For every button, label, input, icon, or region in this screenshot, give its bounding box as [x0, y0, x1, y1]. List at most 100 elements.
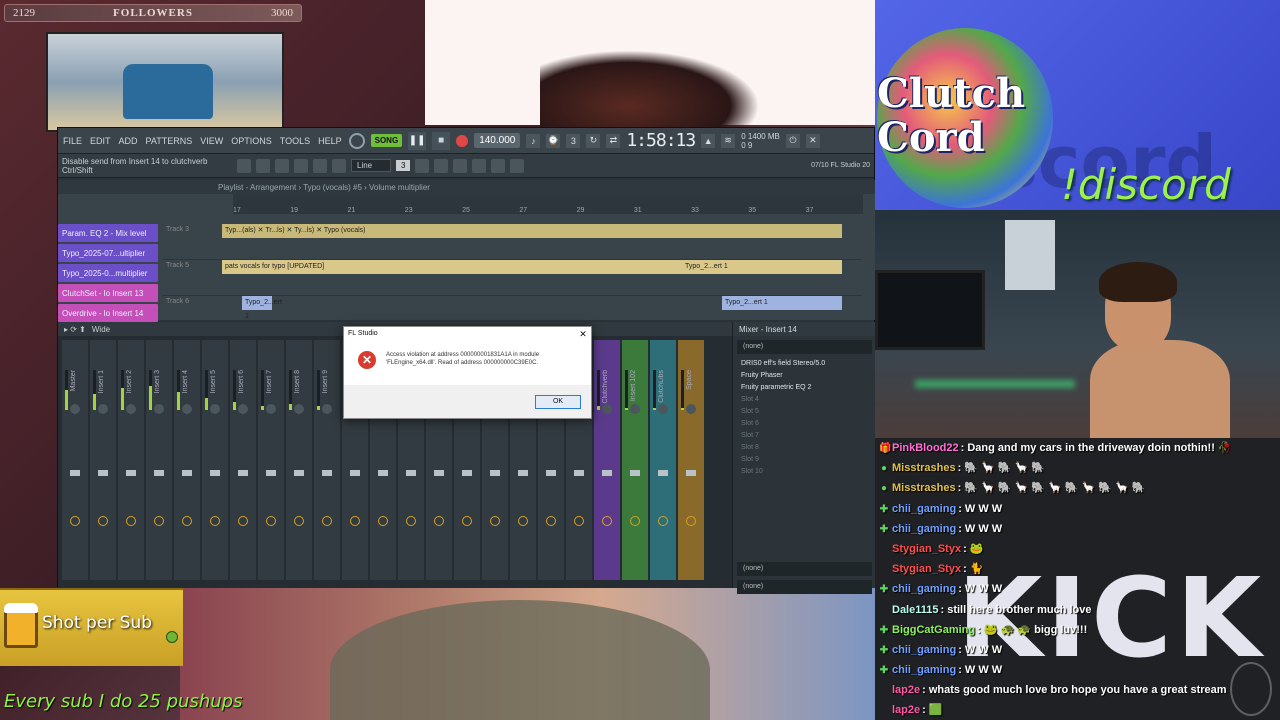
volume-fader[interactable] — [518, 470, 528, 476]
loop-record-icon[interactable]: ↻ — [586, 133, 601, 148]
pan-knob[interactable] — [238, 404, 248, 414]
pan-knob[interactable] — [98, 404, 108, 414]
mixer-strip[interactable]: Insert 9 — [314, 340, 340, 580]
send-knob[interactable] — [154, 516, 164, 526]
piano-roll-icon[interactable] — [434, 158, 449, 173]
volume-fader[interactable] — [686, 470, 696, 476]
mixer-view-icon[interactable]: ▸ ⟳ ⬆ — [64, 325, 86, 334]
snap-value[interactable]: 3 — [396, 160, 411, 171]
effect-slot[interactable]: Slot 4 — [733, 394, 876, 406]
mixer-strip[interactable]: Space — [678, 340, 704, 580]
chat-username[interactable]: lap2e — [892, 704, 920, 716]
chat-username[interactable]: chii_gaming — [892, 583, 956, 595]
tool-pencil-icon[interactable] — [294, 158, 308, 173]
volume-fader[interactable] — [406, 470, 416, 476]
menu-add[interactable]: ADD — [118, 136, 139, 146]
send-knob[interactable] — [70, 516, 80, 526]
send-knob[interactable] — [350, 516, 360, 526]
send-knob[interactable] — [266, 516, 276, 526]
pan-knob[interactable] — [210, 404, 220, 414]
chat-username[interactable]: chii_gaming — [892, 664, 956, 676]
chat-username[interactable]: Stygian_Styx — [892, 543, 961, 555]
send-knob[interactable] — [406, 516, 416, 526]
close-icon[interactable]: ✕ — [805, 133, 820, 148]
record-button[interactable] — [456, 134, 469, 147]
ok-button[interactable]: OK — [535, 394, 581, 409]
audio-clip[interactable]: pats vocals for typo [UPDATED] — [222, 260, 682, 274]
send-knob[interactable] — [630, 516, 640, 526]
volume-fader[interactable] — [602, 470, 612, 476]
pan-knob[interactable] — [182, 404, 192, 414]
playlist-ruler[interactable]: 17 19 21 23 25 27 29 31 33 35 37 — [233, 194, 863, 214]
effect-slot[interactable]: Slot 10 — [733, 466, 876, 478]
play-button[interactable]: ❚❚ — [408, 131, 427, 150]
wait-icon[interactable]: ⌚ — [546, 133, 561, 148]
track-lane[interactable]: Track 3 Typ...(als) ✕ Tr...ls) ✕ Ty...ls… — [162, 224, 862, 260]
volume-fader[interactable] — [70, 470, 80, 476]
volume-fader[interactable] — [98, 470, 108, 476]
pan-knob[interactable] — [602, 404, 612, 414]
mixer-strip[interactable]: Insert 8 — [286, 340, 312, 580]
pan-knob[interactable] — [126, 404, 136, 414]
chat-username[interactable]: Misstrashes — [892, 482, 956, 494]
mixer-icon[interactable] — [472, 158, 487, 173]
volume-fader[interactable] — [462, 470, 472, 476]
close-icon[interactable]: ✕ — [575, 327, 591, 341]
metronome-icon[interactable]: ♪ — [526, 133, 541, 148]
volume-fader[interactable] — [658, 470, 668, 476]
menu-tools[interactable]: TOOLS — [279, 136, 311, 146]
channel-rack-icon[interactable] — [453, 158, 468, 173]
effect-slot[interactable]: Slot 9 — [733, 454, 876, 466]
output-select[interactable]: (none) — [737, 562, 872, 576]
mixer-strip[interactable]: Master — [62, 340, 88, 580]
pan-knob[interactable] — [294, 404, 304, 414]
volume-fader[interactable] — [182, 470, 192, 476]
plugin-picker-icon[interactable] — [510, 158, 525, 173]
pitch-knob-icon[interactable] — [237, 158, 251, 173]
volume-fader[interactable] — [350, 470, 360, 476]
menu-edit[interactable]: EDIT — [89, 136, 112, 146]
send-knob[interactable] — [378, 516, 388, 526]
volume-fader[interactable] — [490, 470, 500, 476]
mixer-strip[interactable]: Insert 4 — [174, 340, 200, 580]
output-select[interactable]: (none) — [737, 580, 872, 594]
chat-username[interactable]: Misstrashes — [892, 462, 956, 474]
send-knob[interactable] — [686, 516, 696, 526]
send-knob[interactable] — [126, 516, 136, 526]
tool-user-icon[interactable] — [332, 158, 346, 173]
power-icon[interactable]: ⏻ — [785, 133, 800, 148]
send-knob[interactable] — [238, 516, 248, 526]
send-knob[interactable] — [210, 516, 220, 526]
automation-item[interactable]: Typo_2025-0...multiplier — [58, 264, 158, 282]
chat-username[interactable]: PinkBlood22 — [892, 442, 959, 454]
input-select[interactable]: (none) — [737, 340, 872, 354]
mixer-strip[interactable]: Clutchverb — [594, 340, 620, 580]
menu-patterns[interactable]: PATTERNS — [145, 136, 194, 146]
send-knob[interactable] — [294, 516, 304, 526]
volume-fader[interactable] — [266, 470, 276, 476]
send-knob[interactable] — [658, 516, 668, 526]
countdown-icon[interactable]: 3 — [566, 133, 581, 148]
effect-slot[interactable]: DRIS0 eff's field Stereo/5.0 — [733, 358, 876, 370]
volume-fader[interactable] — [630, 470, 640, 476]
chat-username[interactable]: BiggCatGaming — [892, 624, 975, 636]
send-knob[interactable] — [98, 516, 108, 526]
mixer-strip[interactable]: Insert 2 — [118, 340, 144, 580]
menu-options[interactable]: OPTIONS — [230, 136, 273, 146]
track-lane[interactable]: Track 5 pats vocals for typo [UPDATED] T… — [162, 260, 862, 296]
effect-slot[interactable]: Fruity Phaser — [733, 370, 876, 382]
tool-piano-icon[interactable] — [256, 158, 270, 173]
playlist-icon[interactable] — [415, 158, 430, 173]
volume-fader[interactable] — [154, 470, 164, 476]
mixer-strip[interactable]: Insert 6 — [230, 340, 256, 580]
chat-username[interactable]: chii_gaming — [892, 503, 956, 515]
pan-knob[interactable] — [322, 404, 332, 414]
mixer-width-label[interactable]: Wide — [92, 325, 110, 334]
send-knob[interactable] — [546, 516, 556, 526]
pan-knob[interactable] — [658, 404, 668, 414]
audio-clip[interactable]: Typo_2...ert 1 — [722, 296, 842, 310]
menu-view[interactable]: VIEW — [199, 136, 224, 146]
chat-username[interactable]: Stygian_Styx — [892, 563, 961, 575]
send-knob[interactable] — [434, 516, 444, 526]
send-knob[interactable] — [462, 516, 472, 526]
